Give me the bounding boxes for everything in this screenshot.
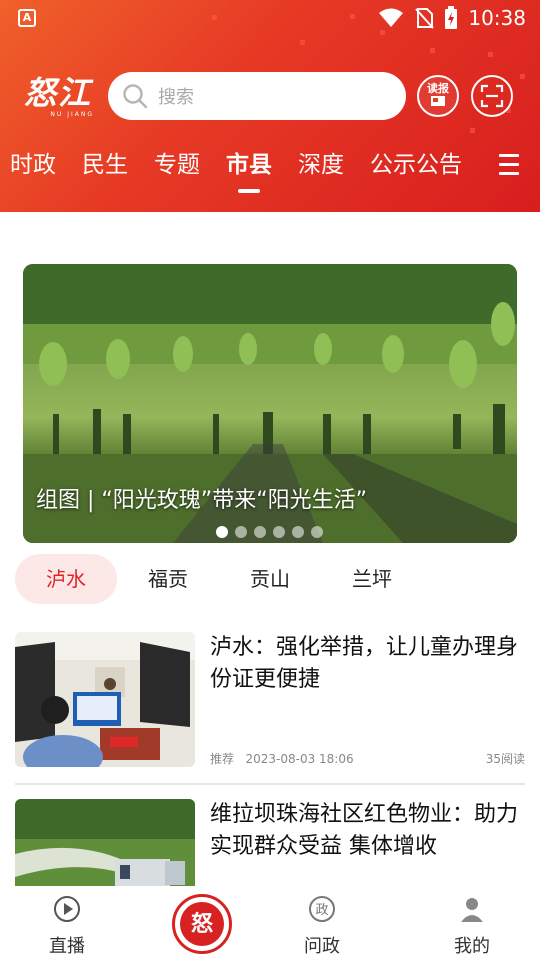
- status-bar: A 10:38: [0, 0, 540, 36]
- search-icon: [123, 84, 148, 109]
- logo-text: 怒江: [24, 74, 93, 112]
- county-tab-lushui[interactable]: 泸水: [15, 554, 117, 604]
- article-thumbnail: [15, 632, 195, 767]
- news-list-item[interactable]: 维拉坝珠海社区红色物业：助力实现群众受益 集体增收: [15, 799, 525, 887]
- decor-speck: [300, 40, 305, 45]
- tab-shendu[interactable]: 深度: [298, 148, 344, 182]
- carousel-dot[interactable]: [216, 526, 228, 538]
- battery-charging-icon: [445, 6, 458, 29]
- id-photo-illustration: [15, 632, 195, 767]
- article-thumbnail: [15, 799, 195, 887]
- list-divider: [15, 783, 525, 785]
- article-title: 维拉坝珠海社区红色物业：助力实现群众受益 集体增收: [210, 802, 519, 859]
- home-logo-button[interactable]: 怒: [172, 894, 232, 954]
- tab-live[interactable]: 直播: [27, 894, 107, 958]
- county-tab-lanping[interactable]: 兰坪: [321, 554, 423, 604]
- county-tabs: 泸水 福贡 贡山 兰坪: [0, 554, 540, 606]
- article-tag: 推荐: [210, 752, 235, 766]
- logo-subtext: NU JIANG: [50, 111, 94, 118]
- status-time: 10:38: [468, 6, 526, 30]
- status-indicators: 10:38: [378, 5, 526, 31]
- app-notification-icon: A: [18, 9, 36, 27]
- wifi-icon: [379, 8, 404, 27]
- scan-button[interactable]: [471, 75, 513, 117]
- county-tab-gongshan[interactable]: 贡山: [219, 554, 321, 604]
- no-sim-icon: [415, 8, 435, 29]
- app-header: A 10:38 怒江 NU JIANG 搜索 读报 时政 民生 专题 市县 深度…: [0, 0, 540, 212]
- read-newspaper-button[interactable]: 读报: [417, 75, 459, 117]
- banner-caption: 组图 | “阳光玫瑰”带来“阳光生活”: [36, 488, 367, 513]
- tab-wenzheng[interactable]: 政 问政: [282, 894, 362, 958]
- tab-wenzheng-label: 问政: [304, 936, 340, 957]
- search-input[interactable]: 搜索: [108, 72, 406, 120]
- search-placeholder: 搜索: [158, 87, 194, 108]
- county-tab-fugong[interactable]: 福贡: [117, 554, 219, 604]
- tab-shizheng[interactable]: 时政: [10, 148, 56, 182]
- article-datetime: 2023-08-03 18:06: [245, 752, 354, 766]
- tab-zhuanti[interactable]: 专题: [154, 148, 200, 182]
- carousel-dot[interactable]: [311, 526, 323, 538]
- article-read-count: 35阅读: [485, 752, 525, 766]
- home-logo-icon: 怒: [180, 902, 224, 946]
- category-nav: 时政 民生 专题 市县 深度 公示公告: [0, 148, 540, 192]
- tab-mine-label: 我的: [454, 936, 490, 957]
- scan-icon: [480, 84, 504, 108]
- tab-live-label: 直播: [49, 936, 85, 957]
- read-newspaper-label: 读报: [427, 81, 449, 95]
- carousel-dots: [216, 526, 323, 538]
- svg-text:政: 政: [315, 903, 328, 918]
- carousel-dot[interactable]: [235, 526, 247, 538]
- play-icon: [54, 896, 80, 922]
- featured-banner[interactable]: 组图 | “阳光玫瑰”带来“阳光生活”: [23, 264, 517, 543]
- profile-icon: [461, 898, 483, 922]
- article-meta: 推荐 2023-08-03 18:06: [210, 750, 354, 767]
- carousel-dot[interactable]: [273, 526, 285, 538]
- zheng-icon: 政: [309, 896, 335, 922]
- decor-speck: [470, 128, 475, 133]
- spraying-field-illustration: [15, 799, 195, 887]
- article-title: 泸水：强化举措，让儿童办理身份证更便捷: [210, 635, 519, 692]
- tab-mine[interactable]: 我的: [432, 894, 512, 958]
- newspaper-icon: [431, 95, 445, 106]
- bottom-tab-bar: 直播 政 问政 我的: [0, 886, 540, 960]
- tab-gongshi-gonggao[interactable]: 公示公告: [370, 148, 462, 182]
- decor-speck: [430, 48, 435, 53]
- menu-icon[interactable]: [499, 154, 519, 176]
- app-logo: 怒江 NU JIANG: [24, 76, 98, 118]
- active-tab-indicator: [238, 189, 260, 193]
- decor-speck: [488, 52, 493, 57]
- tab-minsheng[interactable]: 民生: [82, 148, 128, 182]
- carousel-dot[interactable]: [254, 526, 266, 538]
- tab-shixian[interactable]: 市县: [226, 148, 272, 182]
- news-list-item[interactable]: 泸水：强化举措，让儿童办理身份证更便捷 推荐 2023-08-03 18:06 …: [15, 632, 525, 768]
- decor-speck: [520, 74, 525, 79]
- carousel-dot[interactable]: [292, 526, 304, 538]
